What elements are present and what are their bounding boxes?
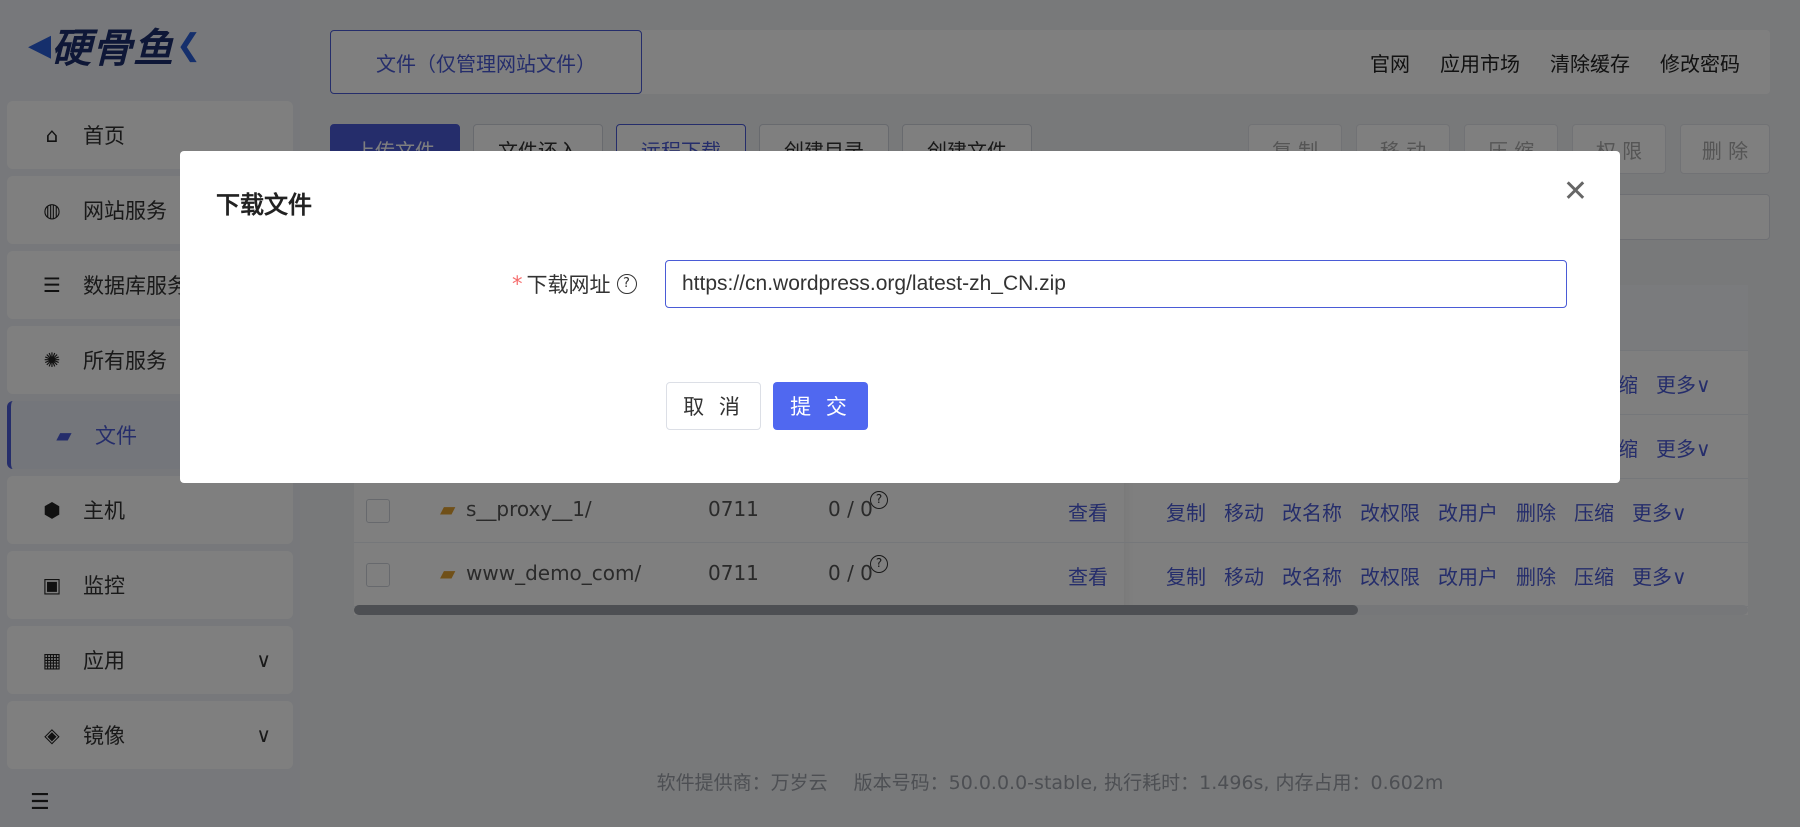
dialog-title: 下载文件 [216, 191, 312, 219]
cancel-button[interactable]: 取 消 [666, 382, 761, 430]
close-icon[interactable]: ✕ [1563, 177, 1588, 207]
download-file-dialog: 下载文件 ✕ * 下载网址 ? 取 消 提 交 [180, 151, 1620, 483]
submit-button[interactable]: 提 交 [773, 382, 868, 430]
download-url-input[interactable] [665, 260, 1567, 308]
required-mark: * [512, 272, 523, 296]
download-url-label: * 下载网址 ? [512, 269, 637, 299]
label-text: 下载网址 [526, 273, 611, 297]
question-circle-icon[interactable]: ? [616, 274, 637, 294]
